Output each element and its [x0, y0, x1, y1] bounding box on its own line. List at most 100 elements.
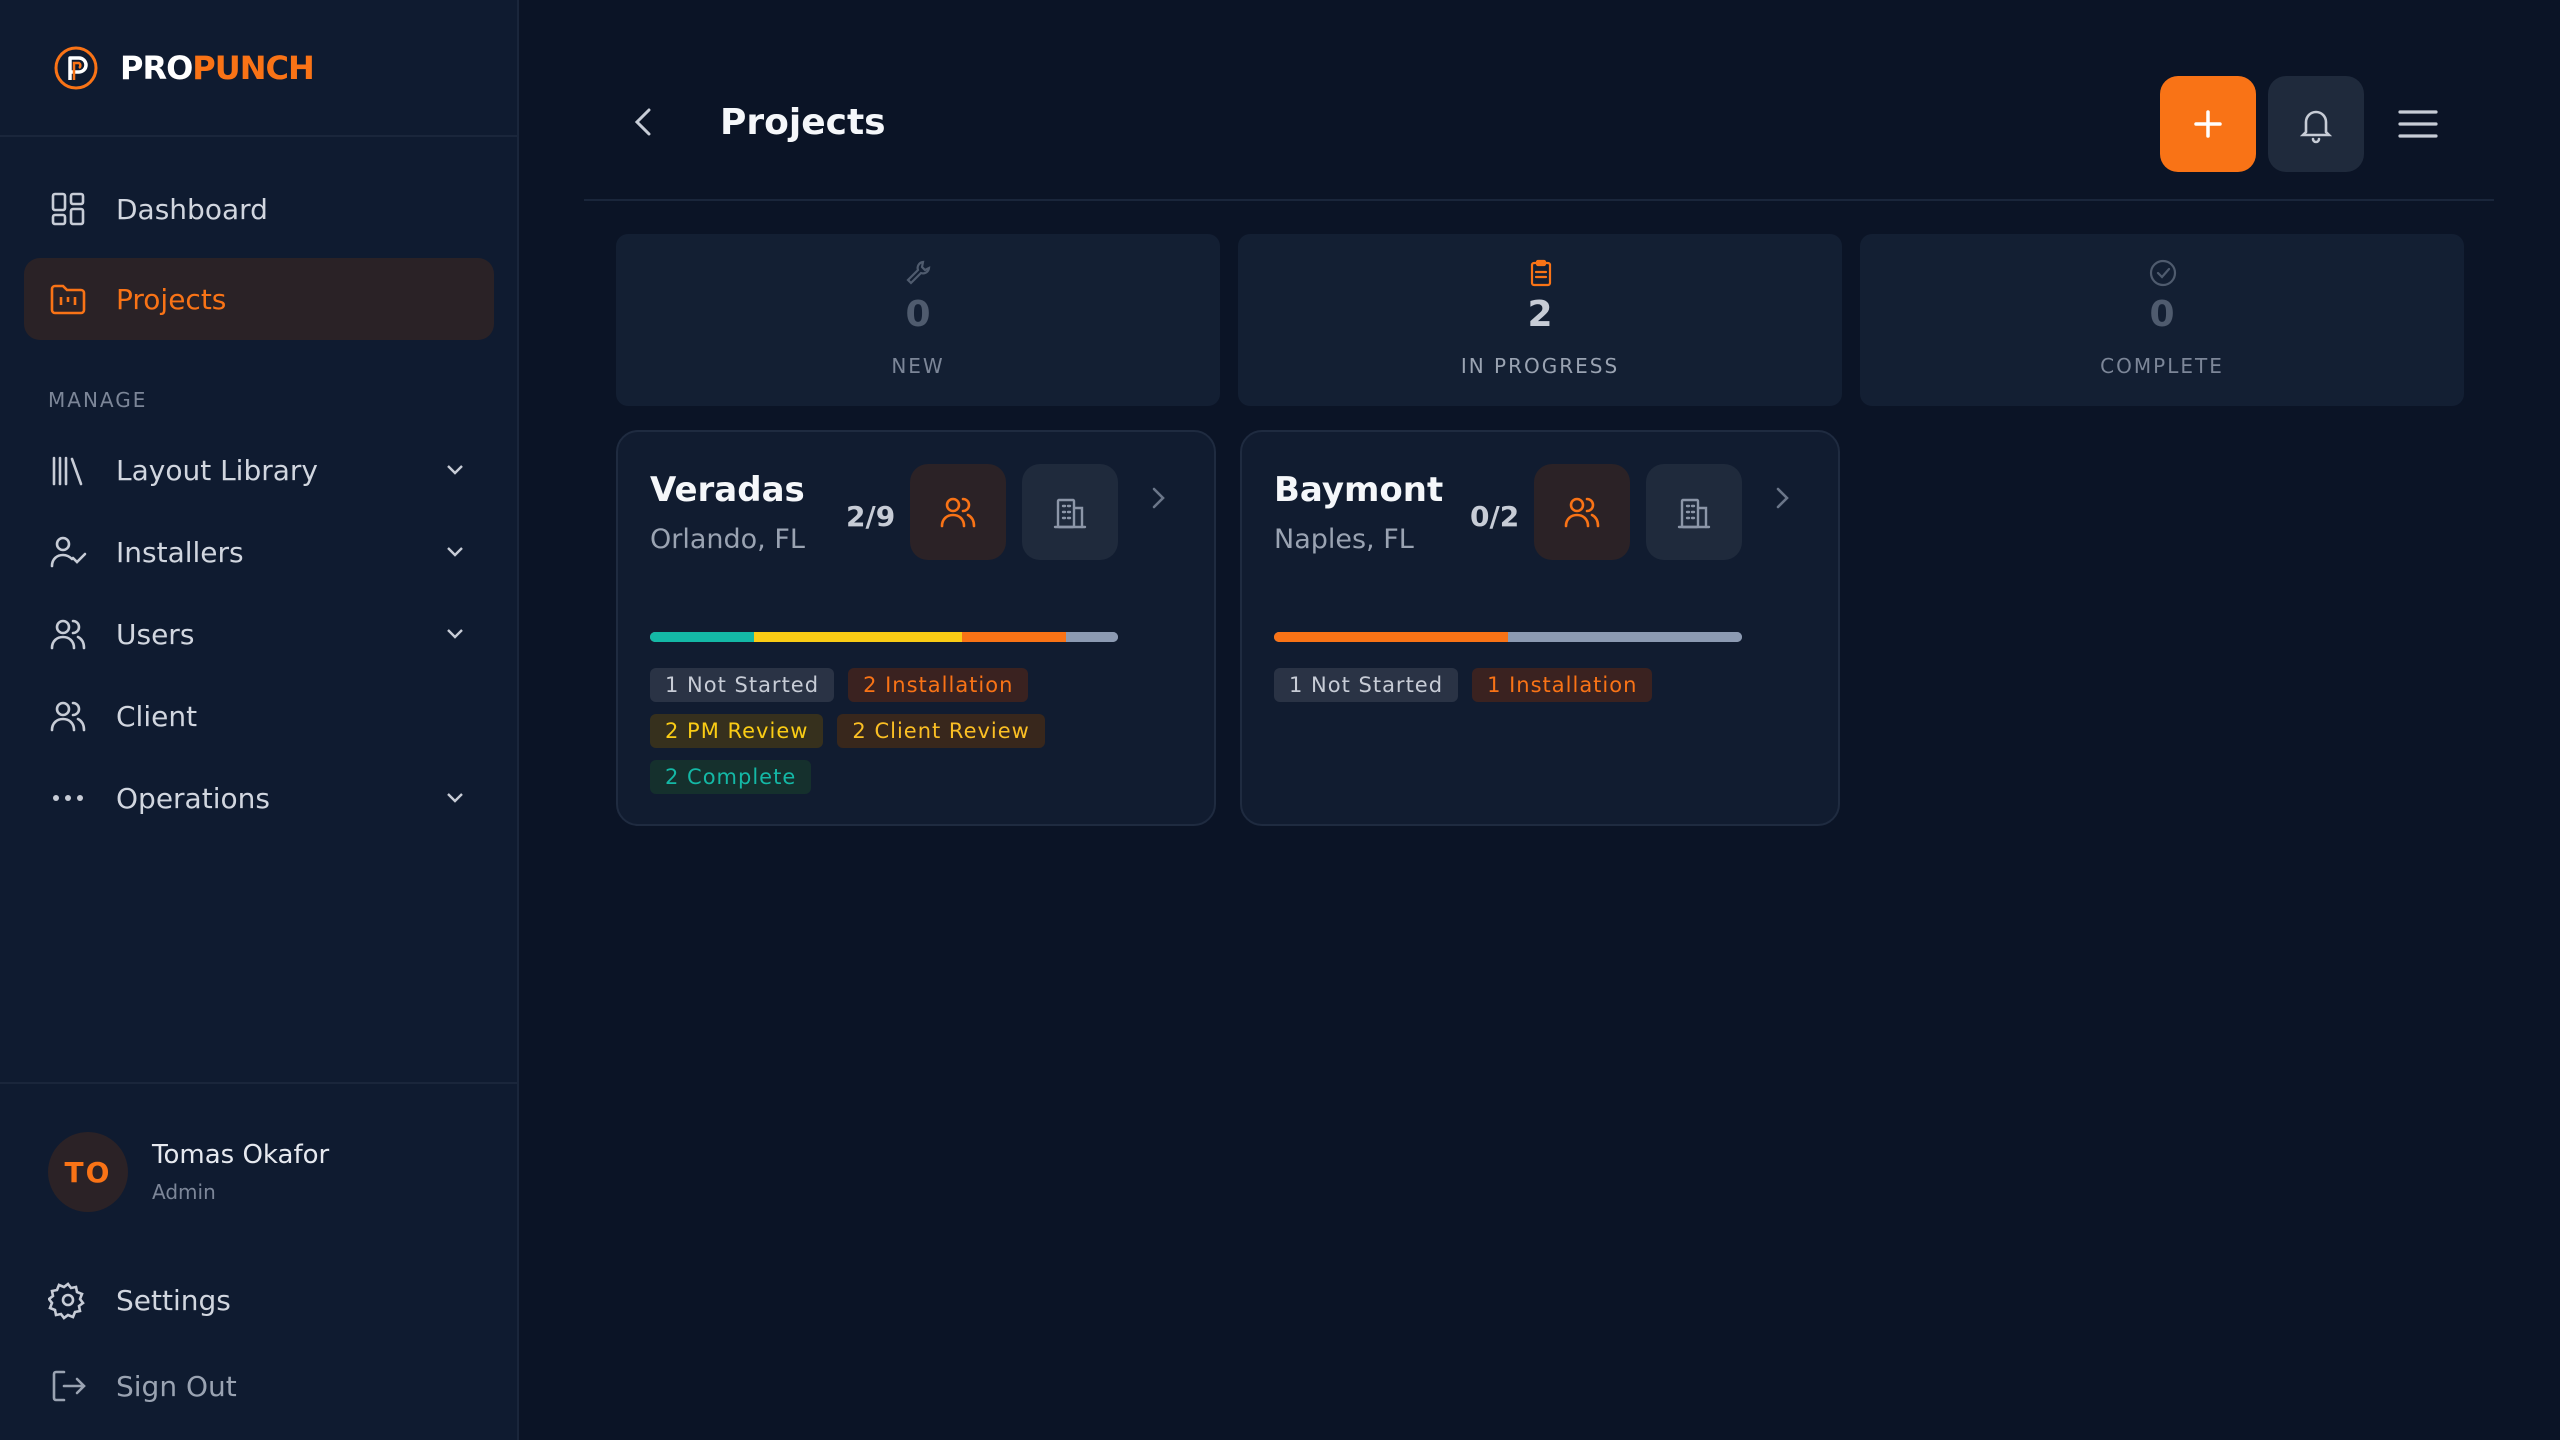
avatar: TO	[48, 1132, 128, 1212]
page-title: Projects	[720, 102, 886, 143]
stat-in-progress[interactable]: 2 IN PROGRESS	[1238, 234, 1842, 406]
progress-segment	[650, 632, 754, 642]
wrench-icon	[906, 260, 931, 285]
sign-out-link[interactable]: Sign Out	[48, 1366, 237, 1406]
section-label-manage: MANAGE	[48, 388, 148, 412]
brand[interactable]: PROPUNCH	[0, 0, 517, 137]
sidebar-item-client[interactable]: Client	[24, 675, 494, 757]
sign-out-icon	[52, 1370, 86, 1402]
library-icon	[52, 456, 83, 486]
user-role: Admin	[152, 1180, 216, 1204]
propunch-logo-icon	[54, 46, 98, 89]
project-location: Naples, FL	[1274, 524, 1414, 555]
notifications-button[interactable]	[2268, 76, 2364, 172]
dashboard-icon	[51, 192, 85, 226]
status-badge: 2 PM Review	[650, 714, 824, 748]
chevron-down-icon	[447, 629, 463, 639]
progress-bar	[1274, 632, 1742, 642]
project-count: 0/2	[1470, 500, 1520, 533]
sidebar-item-operations[interactable]: Operations	[24, 757, 494, 839]
sidebar-item-users[interactable]: Users	[24, 593, 494, 675]
chevron-right-icon[interactable]	[1144, 484, 1172, 512]
building-icon	[1053, 498, 1087, 529]
sidebar-item-label: Operations	[116, 781, 270, 815]
project-stats: 0 NEW 2 IN PROGRESS 0 COMPLETE	[616, 234, 2464, 406]
chevron-down-icon	[447, 547, 463, 557]
gear-icon	[48, 1282, 85, 1320]
more-icon	[53, 795, 83, 801]
status-badge: 1 Not Started	[1274, 668, 1459, 702]
sidebar-item-dashboard[interactable]: Dashboard	[24, 168, 494, 250]
chevron-down-icon	[447, 793, 463, 803]
sidebar-item-label: Users	[116, 617, 195, 651]
clipboard-icon	[1530, 259, 1552, 287]
user-profile[interactable]: TO Tomas Okafor Admin	[48, 1132, 329, 1212]
stat-new[interactable]: 0 NEW	[616, 234, 1220, 406]
hamburger-menu-icon[interactable]	[2394, 100, 2442, 148]
chevron-right-icon[interactable]	[1768, 484, 1796, 512]
status-badge: 2 Client Review	[837, 714, 1045, 748]
progress-segment	[961, 632, 1066, 642]
stat-label: NEW	[891, 354, 945, 378]
building-icon	[1677, 498, 1711, 529]
progress-segment	[753, 632, 962, 642]
user-info: Tomas Okafor Admin	[152, 1140, 329, 1204]
top-bar: Projects	[584, 0, 2494, 201]
sign-out-label: Sign Out	[116, 1369, 237, 1403]
bell-icon	[2299, 110, 2333, 144]
brand-pro: PRO	[120, 48, 193, 87]
sidebar-item-installers[interactable]: Installers	[24, 511, 494, 593]
sidebar-footer: TO Tomas Okafor Admin Settings Sign Out	[0, 1082, 517, 1440]
stat-complete[interactable]: 0 COMPLETE	[1860, 234, 2464, 406]
settings-link[interactable]: Settings	[48, 1280, 231, 1320]
settings-label: Settings	[116, 1283, 231, 1317]
add-project-button[interactable]	[2160, 76, 2256, 172]
users-icon	[50, 619, 86, 650]
users-icon	[1564, 497, 1600, 528]
status-badge: 2 Installation	[848, 668, 1029, 702]
sidebar-item-projects[interactable]: Projects	[24, 258, 494, 340]
user-check-icon	[50, 536, 87, 568]
sidebar: PROPUNCH Dashboard Projects MANAGE Layou…	[0, 0, 519, 1440]
status-tags: 1 Not Started 1 Installation	[1274, 668, 1794, 702]
stat-value: 0	[905, 294, 931, 335]
progress-bar	[650, 632, 1118, 642]
team-button[interactable]	[910, 464, 1006, 560]
back-arrow-icon[interactable]	[626, 104, 662, 140]
check-circle-icon	[2149, 259, 2177, 287]
project-card-veradas[interactable]: Veradas Orlando, FL 2/9 1 Not Started 2 …	[616, 430, 1216, 826]
building-button[interactable]	[1022, 464, 1118, 560]
main-nav: Dashboard Projects	[24, 168, 494, 340]
plus-icon	[2194, 110, 2222, 138]
manage-nav: Layout Library Installers Users Client O…	[24, 429, 494, 839]
user-name: Tomas Okafor	[152, 1140, 330, 1170]
project-count: 2/9	[846, 500, 896, 533]
users-icon	[940, 497, 976, 528]
sidebar-item-label: Projects	[116, 282, 227, 316]
stat-label: IN PROGRESS	[1460, 354, 1620, 378]
sidebar-item-label: Layout Library	[116, 453, 318, 487]
stat-value: 0	[2149, 294, 2175, 335]
status-badge: 1 Not Started	[650, 668, 835, 702]
project-name: Baymont	[1274, 470, 1444, 510]
project-location: Orlando, FL	[650, 524, 805, 555]
folder-icon	[50, 284, 86, 315]
sidebar-item-label: Client	[116, 699, 198, 733]
stat-value: 2	[1527, 294, 1553, 335]
status-badge: 1 Installation	[1472, 668, 1653, 702]
brand-name: PROPUNCH	[120, 48, 315, 87]
users-icon	[50, 701, 86, 732]
progress-segment	[1274, 632, 1508, 642]
status-tags: 1 Not Started 2 Installation 2 PM Review…	[650, 668, 1170, 794]
progress-segment	[1508, 632, 1742, 642]
building-button[interactable]	[1646, 464, 1742, 560]
progress-segment	[1065, 632, 1118, 642]
chevron-down-icon	[447, 465, 463, 475]
team-button[interactable]	[1534, 464, 1630, 560]
sidebar-item-label: Dashboard	[116, 192, 268, 226]
sidebar-item-label: Installers	[116, 535, 244, 569]
stat-label: COMPLETE	[2100, 354, 2224, 378]
sidebar-item-layout-library[interactable]: Layout Library	[24, 429, 494, 511]
project-card-baymont[interactable]: Baymont Naples, FL 0/2 1 Not Started 1 I…	[1240, 430, 1840, 826]
status-badge: 2 Complete	[650, 760, 812, 794]
